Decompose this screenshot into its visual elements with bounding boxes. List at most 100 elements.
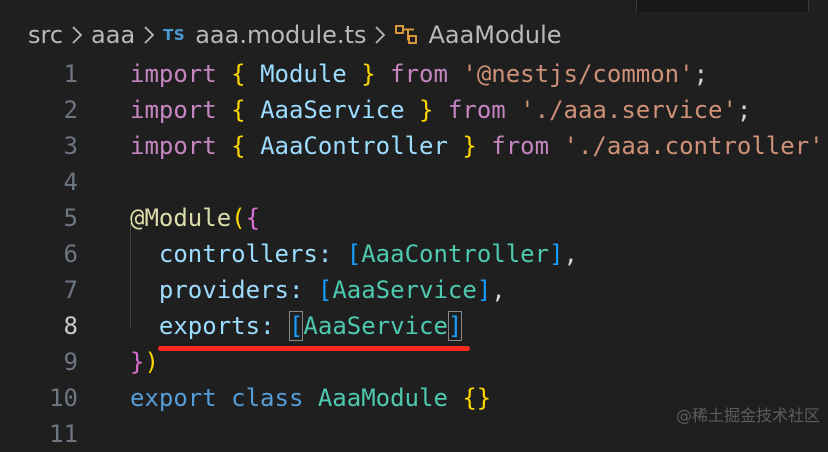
- code-token: {}: [462, 384, 492, 412]
- code-text: }): [130, 344, 159, 380]
- watermark: @稀土掘金技术社区: [675, 406, 820, 425]
- code-line[interactable]: 1 import { Module } from '@nestjs/common'…: [0, 56, 828, 92]
- tab-divider: [636, 0, 637, 12]
- code-token: exports: [158, 312, 261, 340]
- code-token: './aaa.service': [520, 96, 737, 124]
- code-token: ,: [491, 276, 506, 304]
- code-token: {: [231, 60, 246, 88]
- indent-guide: [130, 220, 131, 328]
- code-token: controllers: [158, 240, 318, 268]
- code-token: AaaController: [361, 240, 550, 268]
- code-token: export: [130, 384, 217, 412]
- code-token: }: [462, 132, 477, 160]
- code-text: import { Module } from '@nestjs/common';: [130, 56, 708, 92]
- code-text: export class AaaModule {}: [130, 380, 491, 416]
- code-token: }: [130, 348, 145, 376]
- code-token: AaaService: [303, 312, 448, 340]
- active-tab-area[interactable]: [0, 0, 636, 12]
- annotation-underline: [158, 346, 470, 351]
- code-token: {: [245, 204, 261, 232]
- line-number: 5: [63, 204, 78, 232]
- code-line[interactable]: 6 controllers: [AaaController],: [0, 236, 828, 272]
- breadcrumb-item-aaa[interactable]: aaa: [91, 21, 135, 49]
- code-token: :: [288, 276, 304, 304]
- code-token: }: [419, 96, 434, 124]
- bracket-match-highlight: [288, 311, 304, 341]
- line-number: 2: [63, 96, 78, 124]
- code-token: class: [231, 384, 304, 412]
- line-number: 4: [63, 168, 78, 196]
- code-token: ;: [736, 96, 752, 124]
- chevron-right-icon: [374, 25, 386, 45]
- code-token: AaaService: [260, 96, 405, 124]
- breadcrumb-item-symbol[interactable]: AaaModule: [394, 21, 562, 49]
- code-token: providers: [158, 276, 289, 304]
- tab-area[interactable]: [809, 0, 828, 12]
- code-token: :: [317, 240, 333, 268]
- code-token: [: [317, 276, 333, 304]
- line-number: 7: [63, 276, 78, 304]
- code-token: ;: [693, 60, 709, 88]
- symbol-class-icon: [394, 23, 420, 47]
- code-editor[interactable]: 1 import { Module } from '@nestjs/common'…: [0, 56, 828, 448]
- code-text: @Module({: [130, 200, 260, 236]
- code-token: @Module: [130, 204, 232, 232]
- code-token: {: [231, 96, 246, 124]
- line-number: 8: [63, 312, 78, 340]
- code-token: :: [260, 312, 275, 340]
- code-token: ,: [563, 240, 578, 268]
- code-line[interactable]: 7 providers: [AaaService],: [0, 272, 828, 308]
- line-number: 6: [63, 240, 78, 268]
- code-token: import: [130, 60, 217, 88]
- code-token: '@nestjs/common': [462, 60, 694, 88]
- code-line[interactable]: 5 @Module({: [0, 200, 828, 236]
- line-number: 1: [63, 60, 78, 88]
- code-token: ]: [476, 276, 492, 304]
- code-token: ]: [549, 240, 564, 268]
- code-token: AaaModule: [317, 384, 448, 412]
- code-token: }: [361, 60, 376, 88]
- code-token: ;: [824, 132, 828, 160]
- code-line[interactable]: 8 exports: [AaaService]: [0, 308, 828, 344]
- code-token: './aaa.controller': [563, 132, 824, 160]
- line-number: 11: [49, 420, 78, 448]
- code-line[interactable]: 3 import { AaaController } from './aaa.co…: [0, 128, 828, 164]
- breadcrumb-item-src[interactable]: src: [28, 21, 63, 49]
- line-number: 9: [63, 348, 78, 376]
- breadcrumb-label: aaa: [91, 21, 136, 49]
- code-line[interactable]: 2 import { AaaService } from './aaa.servi…: [0, 92, 828, 128]
- breadcrumb-item-file[interactable]: TS aaa.module.ts: [163, 21, 366, 49]
- code-token: (: [231, 204, 246, 232]
- code-token: import: [130, 132, 217, 160]
- code-token: from: [390, 60, 448, 88]
- breadcrumb: src aaa TS aaa.module.ts AaaModule: [0, 14, 828, 56]
- typescript-file-icon: TS: [163, 26, 186, 44]
- code-line[interactable]: 4: [0, 164, 828, 200]
- code-token: from: [491, 132, 550, 160]
- code-token: AaaService: [332, 276, 477, 304]
- chevron-right-icon: [143, 25, 155, 45]
